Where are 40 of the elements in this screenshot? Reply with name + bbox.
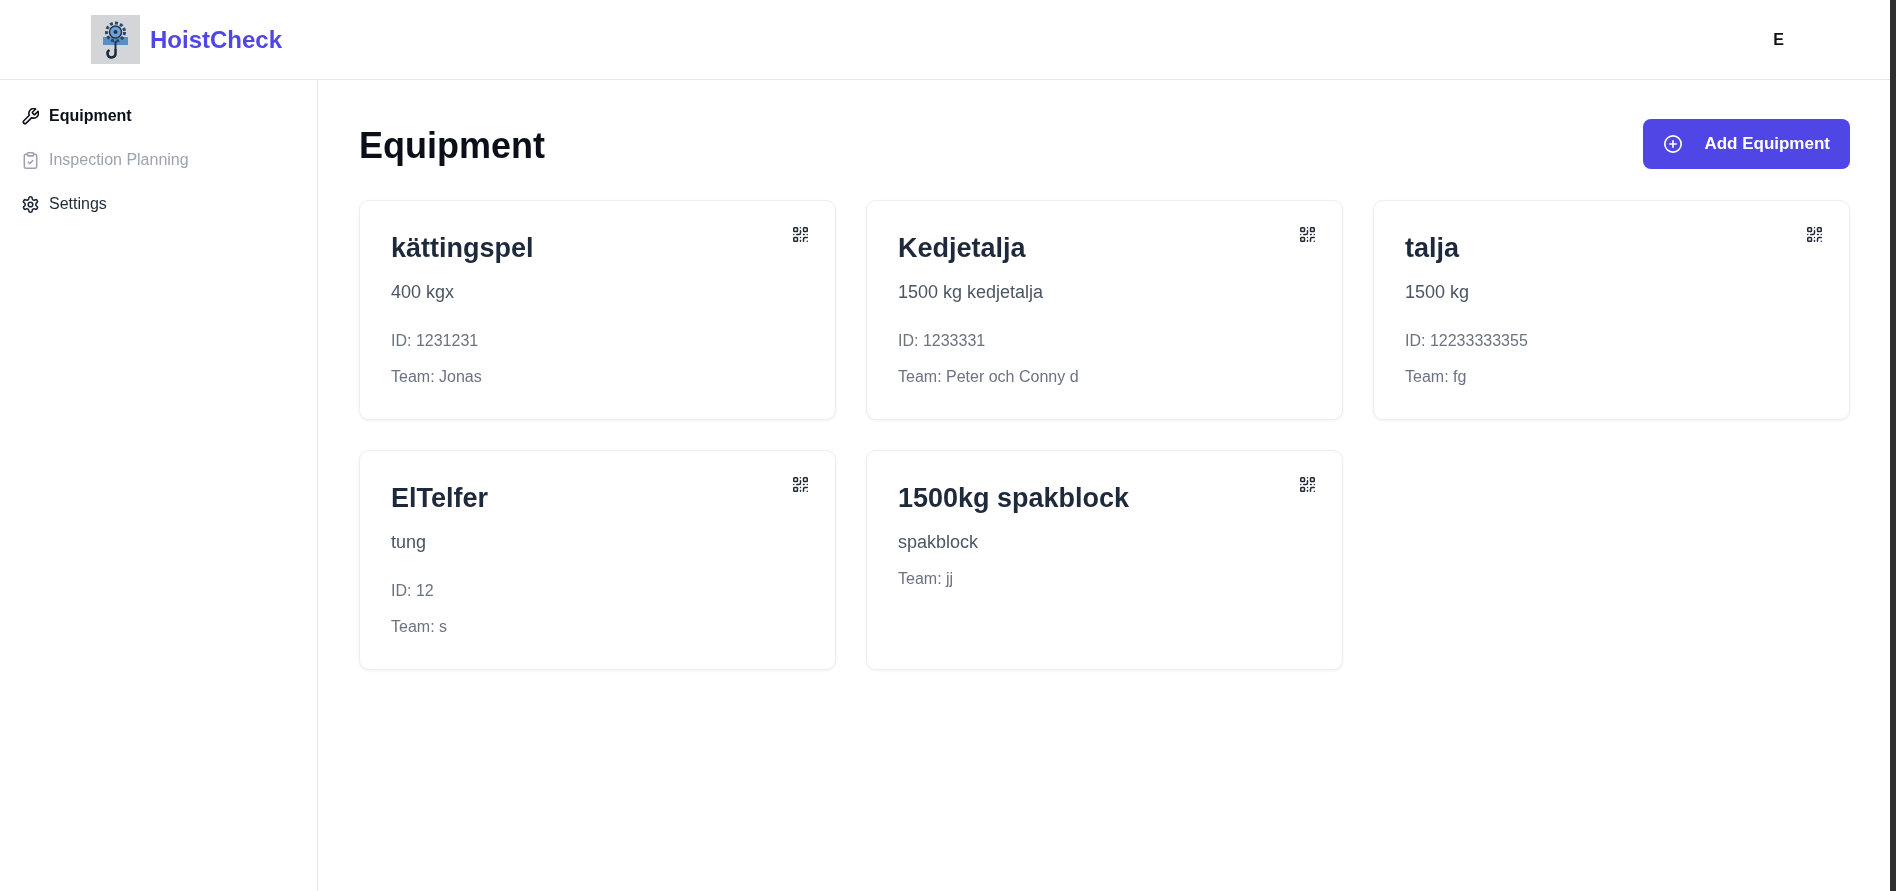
- equipment-card[interactable]: kättingspel 400 kgx ID: 1231231 Team: Jonas: [359, 200, 836, 420]
- equipment-name: ElTelfer: [391, 482, 489, 515]
- qr-code-icon[interactable]: [1300, 477, 1315, 492]
- equipment-card[interactable]: ElTelfer tung ID: 12 Team: s: [359, 450, 836, 670]
- qr-code-icon[interactable]: [1300, 227, 1315, 242]
- sidebar-item[interactable]: Equipment: [22, 104, 132, 128]
- equipment-description: 1500 kg: [1405, 281, 1471, 304]
- equipment-team: Team: fg: [1405, 367, 1468, 387]
- app-name: HoistCheck: [150, 25, 283, 54]
- equipment-name: 1500kg spakblock: [898, 482, 1130, 515]
- equipment-description: 400 kgx: [391, 281, 456, 304]
- equipment-team: Team: Peter och Conny d: [898, 367, 1080, 387]
- equipment-card[interactable]: Kedjetalja 1500 kg kedjetalja ID: 1233331 Team: Peter och Conny d: [866, 200, 1343, 420]
- equipment-description: spakblock: [898, 531, 980, 554]
- equipment-name: Kedjetalja: [898, 232, 1026, 265]
- qr-code-icon[interactable]: [1807, 227, 1822, 242]
- equipment-id: ID: 1231231: [391, 331, 480, 351]
- add-equipment-button[interactable]: Add Equipment: [1643, 119, 1850, 169]
- equipment-card[interactable]: talja 1500 kg ID: 12233333355 Team: fg: [1373, 200, 1850, 420]
- equipment-card[interactable]: 1500kg spakblock spakblock Team: jj: [866, 450, 1343, 670]
- equipment-name: kättingspel: [391, 232, 534, 265]
- equipment-team: Team: jj: [898, 569, 955, 589]
- equipment-name: talja: [1405, 232, 1460, 265]
- equipment-description: tung: [391, 531, 428, 554]
- plus-circle-icon: [1664, 135, 1683, 153]
- equipment-description: 1500 kg kedjetalja: [898, 281, 1045, 304]
- equipment-team: Team: s: [391, 617, 448, 637]
- wrench-icon: [22, 107, 39, 125]
- equipment-id: ID: 12: [391, 581, 435, 601]
- sidebar-item[interactable]: Settings: [22, 192, 107, 216]
- qr-code-icon[interactable]: [793, 477, 808, 492]
- page-title: Equipment: [359, 124, 545, 168]
- qr-code-icon[interactable]: [793, 227, 808, 242]
- settings-icon: [22, 195, 39, 213]
- equipment-team: Team: Jonas: [391, 367, 483, 387]
- equipment-id: ID: 1233331: [898, 331, 987, 351]
- logo-icon: [91, 15, 140, 64]
- clipboard-check-icon: [22, 151, 39, 169]
- user-initial[interactable]: E: [1773, 30, 1784, 49]
- equipment-id: ID: 12233333355: [1405, 331, 1529, 351]
